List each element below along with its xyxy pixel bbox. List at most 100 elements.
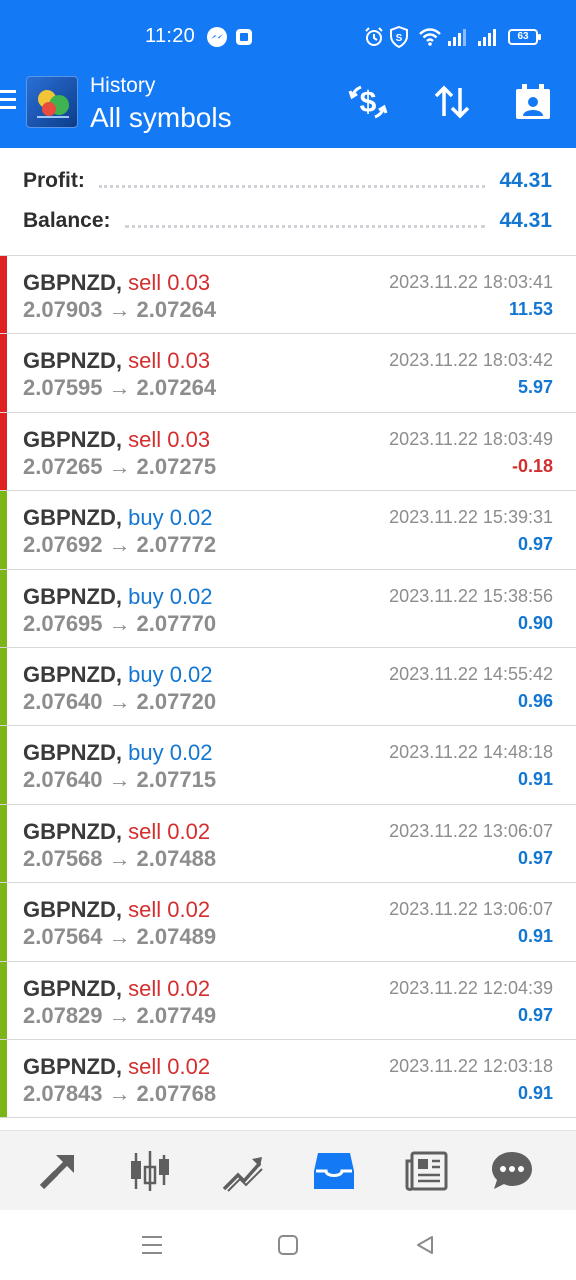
shield-icon: S	[389, 25, 409, 49]
trade-profit: 0.97	[517, 1004, 553, 1025]
open-price: 2.07568	[23, 845, 103, 871]
trade-prices: 2.07829 → 2.07749	[23, 1003, 216, 1029]
trade-time: 2023.11.22 13:06:07	[389, 899, 553, 920]
trade-row[interactable]: GBPNZD, sell 0.03 2.07903 → 2.07264 2023.11.…	[0, 256, 576, 335]
trend-chart-icon[interactable]	[220, 1149, 264, 1193]
trade-row[interactable]: GBPNZD, sell 0.02 2.07829 → 2.07749 2023.11.…	[0, 961, 576, 1040]
deposit-withdraw-icon[interactable]: $	[346, 80, 390, 124]
close-price: 2.07772	[136, 532, 217, 558]
trade-direction-bar	[0, 961, 7, 1039]
trade-time: 2023.11.22 18:03:42	[389, 350, 553, 371]
open-price: 2.07564	[23, 924, 103, 950]
trade-row[interactable]: GBPNZD, buy 0.02 2.07640 → 2.07715 2023.11.2…	[0, 726, 576, 805]
trade-profit: 0.91	[517, 926, 553, 947]
bottom-navigation	[0, 1130, 576, 1210]
trade-prices: 2.07568 → 2.07488	[23, 846, 216, 872]
arrow-right-icon: →	[108, 297, 131, 322]
trade-symbol: GBPNZD,	[23, 818, 122, 844]
trade-row[interactable]: GBPNZD, sell 0.02 2.07843 → 2.07768 2023.11.…	[0, 1039, 576, 1119]
arrow-right-icon: →	[108, 688, 131, 714]
open-price: 2.07829	[23, 1002, 103, 1028]
open-price: 2.07640	[23, 767, 103, 793]
trade-row[interactable]: GBPNZD, sell 0.02 2.07564 → 2.07489 2023.11.…	[0, 883, 576, 962]
header-title[interactable]: All symbols	[90, 102, 232, 134]
trade-symbol-line: GBPNZD, sell 0.02	[23, 976, 210, 1002]
trade-symbol: GBPNZD,	[23, 348, 122, 374]
app-header: History All symbols $	[0, 72, 576, 148]
trade-symbol-line: GBPNZD, sell 0.02	[23, 1054, 210, 1080]
arrow-right-icon: →	[108, 1080, 131, 1106]
trade-prices: 2.07265 → 2.07275	[23, 454, 216, 480]
trade-profit: 0.91	[517, 769, 553, 790]
trade-symbol-line: GBPNZD, sell 0.02	[23, 819, 210, 845]
trade-time: 2023.11.22 14:55:42	[389, 663, 553, 684]
trade-symbol-line: GBPNZD, buy 0.02	[23, 584, 213, 610]
battery-icon: 63	[508, 29, 541, 45]
arrow-right-icon: →	[108, 375, 131, 401]
trade-history-list[interactable]: GBPNZD, sell 0.03 2.07903 → 2.07264 2023.11.…	[0, 256, 576, 1130]
arrow-right-icon: →	[108, 845, 131, 871]
menu-icon[interactable]	[0, 90, 18, 114]
trade-direction-bar	[0, 804, 7, 883]
open-price: 2.07692	[23, 532, 103, 558]
trade-symbol: GBPNZD,	[23, 505, 122, 531]
top-bar: 11:20 S 63 History All symbols $	[0, 0, 576, 148]
back-icon[interactable]	[412, 1232, 438, 1258]
trade-type: sell 0.02	[128, 1053, 211, 1079]
trade-time: 2023.11.22 12:03:18	[389, 1055, 553, 1076]
trade-symbol-line: GBPNZD, sell 0.03	[23, 427, 210, 453]
trade-symbol-line: GBPNZD, buy 0.02	[23, 662, 213, 688]
open-price: 2.07695	[23, 610, 103, 636]
balance-row: Balance: 44.31	[23, 206, 552, 236]
trade-row[interactable]: GBPNZD, sell 0.03 2.07265 → 2.07275 2023.11.…	[0, 412, 576, 492]
recent-apps-icon[interactable]	[139, 1232, 165, 1258]
trade-row[interactable]: GBPNZD, buy 0.02 2.07692 → 2.07772 2023.11.2…	[0, 491, 576, 570]
trade-direction-bar	[0, 1039, 7, 1118]
trade-type: sell 0.02	[128, 818, 211, 844]
profit-label: Profit:	[23, 169, 85, 192]
arrow-right-icon: →	[108, 610, 131, 636]
system-navigation-bar	[0, 1210, 576, 1280]
trade-prices: 2.07843 → 2.07768	[23, 1081, 216, 1107]
trade-symbol: GBPNZD,	[23, 975, 122, 1001]
candlestick-chart-icon[interactable]	[128, 1149, 172, 1193]
close-price: 2.07275	[136, 453, 217, 479]
trade-row[interactable]: GBPNZD, sell 0.02 2.07568 → 2.07488 2023.11.…	[0, 804, 576, 884]
trade-profit: 0.96	[517, 690, 553, 711]
trade-row[interactable]: GBPNZD, buy 0.02 2.07695 → 2.07770 2023.11.2…	[0, 569, 576, 648]
close-price: 2.07264	[136, 375, 217, 401]
arrow-right-icon: →	[108, 532, 131, 558]
trade-prices: 2.07564 → 2.07489	[23, 924, 216, 950]
trade-row[interactable]: GBPNZD, sell 0.03 2.07595 → 2.07264 2023.11.…	[0, 334, 576, 413]
close-price: 2.07264	[136, 297, 217, 322]
trade-symbol-line: GBPNZD, sell 0.02	[23, 897, 210, 923]
trade-row[interactable]: GBPNZD, buy 0.02 2.07640 → 2.07720 2023.11.2…	[0, 647, 576, 727]
trade-direction-bar	[0, 412, 7, 491]
calendar-period-icon[interactable]	[511, 80, 555, 124]
news-icon[interactable]	[404, 1149, 448, 1193]
trade-prices: 2.07640 → 2.07720	[23, 689, 216, 715]
wifi-icon	[418, 25, 442, 49]
open-price: 2.07640	[23, 688, 103, 714]
close-price: 2.07489	[136, 924, 217, 950]
trade-time: 2023.11.22 13:06:07	[389, 820, 553, 841]
trade-prices: 2.07640 → 2.07715	[23, 767, 216, 793]
status-time: 11:20	[145, 25, 196, 47]
sort-icon[interactable]	[430, 80, 474, 124]
chat-icon[interactable]	[490, 1149, 534, 1193]
trade-direction-bar	[0, 334, 7, 412]
trade-symbol: GBPNZD,	[23, 740, 122, 766]
header-subtitle: History	[90, 74, 156, 97]
dotted-leader	[98, 184, 486, 188]
trade-icon[interactable]	[36, 1149, 80, 1193]
trade-time: 2023.11.22 12:04:39	[389, 977, 553, 998]
trade-direction-bar	[0, 256, 7, 334]
trade-type: buy 0.02	[128, 583, 213, 609]
history-inbox-icon[interactable]	[312, 1149, 356, 1193]
trade-direction-bar	[0, 883, 7, 961]
summary-panel: Profit: 44.31 Balance: 44.31	[0, 148, 576, 256]
trade-profit: 11.53	[508, 299, 553, 319]
home-icon[interactable]	[275, 1232, 301, 1258]
trade-time: 2023.11.22 18:03:41	[389, 272, 553, 292]
trade-time: 2023.11.22 14:48:18	[389, 742, 553, 763]
